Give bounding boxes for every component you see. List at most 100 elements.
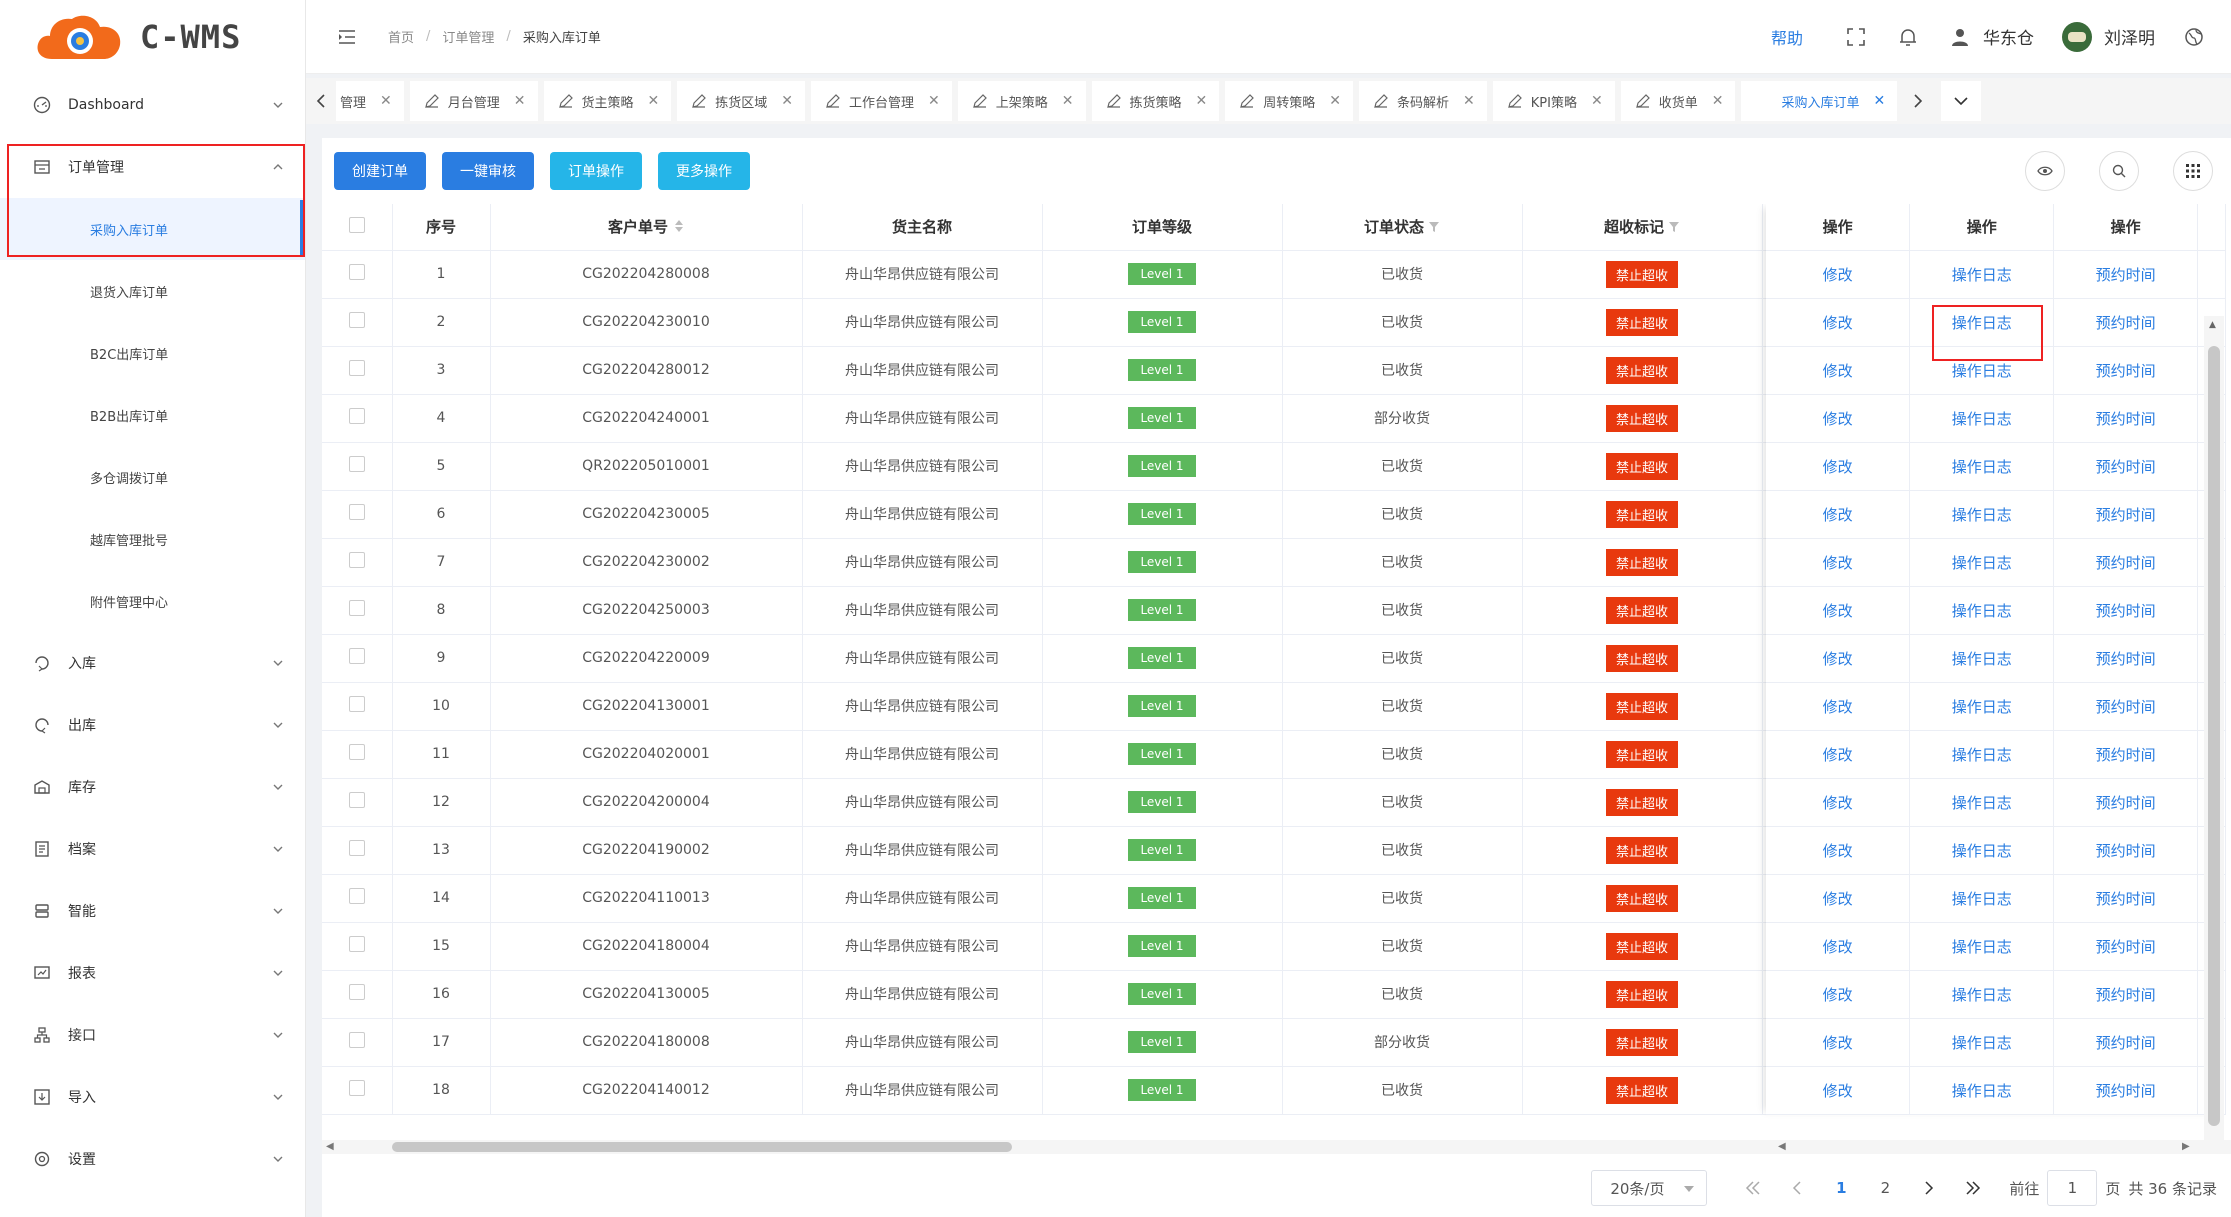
select-all-checkbox[interactable]	[348, 216, 365, 233]
operation-log-link[interactable]: 操作日志	[1952, 698, 2012, 716]
order-operations-button[interactable]: 订单操作	[550, 152, 642, 190]
edit-link[interactable]: 修改	[1823, 746, 1853, 764]
sidebar-item-outbound[interactable]: 出库	[0, 694, 305, 756]
row-checkbox[interactable]	[348, 792, 365, 808]
appointment-time-link[interactable]: 预约时间	[2096, 746, 2156, 764]
tab-owner-strategy[interactable]: 货主策略 ✕	[543, 81, 672, 121]
row-checkbox[interactable]	[348, 744, 365, 760]
fullscreen-icon[interactable]	[1845, 26, 1867, 48]
tab-receipt[interactable]: 收货单 ✕	[1620, 81, 1736, 121]
table-row[interactable]: 7 CG202204230002 舟山华昂供应链有限公司 Level 1 已收货 禁止超收	[322, 538, 1963, 587]
close-icon[interactable]: ✕	[514, 93, 526, 109]
sidebar-item-inbound[interactable]: 入库	[0, 632, 305, 694]
appointment-time-link[interactable]: 预约时间	[2096, 362, 2156, 380]
edit-link[interactable]: 修改	[1823, 602, 1853, 620]
edit-link[interactable]: 修改	[1823, 554, 1853, 572]
sub-item-return-inbound-order[interactable]: 退货入库订单	[0, 260, 305, 322]
appointment-time-link[interactable]: 预约时间	[2096, 602, 2156, 620]
edit-link[interactable]: 修改	[1823, 266, 1853, 284]
sidebar-item-interface[interactable]: 接口	[0, 1004, 305, 1066]
operation-log-link[interactable]: 操作日志	[1952, 602, 2012, 620]
appointment-time-link[interactable]: 预约时间	[2096, 266, 2156, 284]
row-checkbox[interactable]	[348, 1080, 365, 1096]
appointment-time-link[interactable]: 预约时间	[2096, 506, 2156, 524]
appointment-time-link[interactable]: 预约时间	[2096, 938, 2156, 956]
operation-log-link[interactable]: 操作日志	[1952, 650, 2012, 668]
operation-log-link[interactable]: 操作日志	[1952, 1034, 2012, 1052]
appointment-time-link[interactable]: 预约时间	[2096, 554, 2156, 572]
operation-log-link[interactable]: 操作日志	[1952, 266, 2012, 284]
row-checkbox[interactable]	[348, 456, 365, 472]
filter-icon[interactable]	[1428, 219, 1440, 237]
next-page-icon[interactable]	[1909, 1170, 1949, 1206]
tab-purchase-inbound-order[interactable]: 采购入库订单 ✕	[1741, 81, 1898, 121]
sidebar-item-smart[interactable]: 智能	[0, 880, 305, 942]
table-row[interactable]: 12 CG202204200004 舟山华昂供应链有限公司 Level 1 已收货 禁止超…	[322, 778, 1963, 827]
vertical-scrollbar[interactable]: ▲ ▼	[2204, 316, 2224, 1140]
table-row[interactable]: 1 CG202204280008 舟山华昂供应链有限公司 Level 1 已收货 禁止超收	[322, 250, 1963, 299]
last-page-icon[interactable]	[1953, 1170, 1993, 1206]
search-icon[interactable]	[2099, 151, 2139, 191]
close-icon[interactable]: ✕	[1712, 93, 1724, 109]
table-row[interactable]: 15 CG202204180004 舟山华昂供应链有限公司 Level 1 已收货 禁止超…	[322, 922, 1963, 971]
close-icon[interactable]: ✕	[928, 93, 940, 109]
edit-link[interactable]: 修改	[1823, 362, 1853, 380]
row-checkbox[interactable]	[348, 552, 365, 568]
tabs-menu-chevron-down-icon[interactable]	[1941, 81, 1982, 121]
operation-log-link[interactable]: 操作日志	[1952, 986, 2012, 1004]
appointment-time-link[interactable]: 预约时间	[2096, 698, 2156, 716]
appointment-time-link[interactable]: 预约时间	[2096, 794, 2156, 812]
tab-kpi-strategy[interactable]: KPI策略 ✕	[1492, 81, 1615, 121]
close-icon[interactable]: ✕	[1196, 93, 1208, 109]
tab-workstation-management[interactable]: 工作台管理 ✕	[811, 81, 952, 121]
sidebar-item-dashboard[interactable]: Dashboard	[0, 74, 305, 136]
sub-item-cross-dock-batch[interactable]: 越库管理批号	[0, 508, 305, 570]
row-checkbox[interactable]	[348, 312, 365, 328]
row-checkbox[interactable]	[348, 600, 365, 616]
appointment-time-link[interactable]: 预约时间	[2096, 650, 2156, 668]
edit-link[interactable]: 修改	[1823, 650, 1853, 668]
row-checkbox[interactable]	[348, 408, 365, 424]
tab-putaway-strategy[interactable]: 上架策略 ✕	[957, 81, 1086, 121]
operation-log-link[interactable]: 操作日志	[1952, 362, 2012, 380]
tabs-scroll-right-icon[interactable]	[1903, 78, 1933, 124]
operation-log-link[interactable]: 操作日志	[1952, 314, 2012, 332]
help-link[interactable]: 帮助	[1771, 25, 1803, 49]
logo[interactable]: C-WMS	[0, 0, 305, 74]
breadcrumb-order-management[interactable]: 订单管理	[442, 27, 494, 46]
sidebar-item-archive[interactable]: 档案	[0, 818, 305, 880]
row-checkbox[interactable]	[348, 984, 365, 1000]
edit-link[interactable]: 修改	[1823, 794, 1853, 812]
horizontal-scrollbar-thumb[interactable]	[392, 1142, 1012, 1152]
sidebar-item-order-management[interactable]: 订单管理	[0, 136, 305, 198]
sidebar-item-import[interactable]: 导入	[0, 1066, 305, 1128]
operation-log-link[interactable]: 操作日志	[1952, 506, 2012, 524]
more-operations-button[interactable]: 更多操作	[658, 152, 750, 190]
filter-icon[interactable]	[1668, 219, 1680, 237]
warehouse-switch[interactable]: 华东仓	[1949, 24, 2034, 49]
breadcrumb-home[interactable]: 首页	[388, 27, 414, 46]
close-icon[interactable]: ✕	[1329, 93, 1341, 109]
tab-barcode-parsing[interactable]: 条码解析 ✕	[1359, 81, 1487, 121]
close-icon[interactable]: ✕	[1062, 93, 1074, 109]
col-header-status[interactable]: 订单状态	[1282, 204, 1523, 251]
sub-item-attachment-center[interactable]: 附件管理中心	[0, 570, 305, 632]
table-row[interactable]: 16 CG202204130005 舟山华昂供应链有限公司 Level 1 已收货 禁止超…	[322, 970, 1963, 1019]
table-row[interactable]: 2 CG202204230010 舟山华昂供应链有限公司 Level 1 已收货 禁止超收	[322, 298, 1963, 347]
col-header-over-receipt[interactable]: 超收标记	[1522, 204, 1763, 251]
vertical-scrollbar-thumb[interactable]	[2208, 346, 2220, 1126]
sidebar-item-report[interactable]: 报表	[0, 942, 305, 1004]
scroll-left-arrow-icon[interactable]: ◀	[1778, 1141, 1786, 1152]
scroll-up-arrow-icon[interactable]: ▲	[2209, 320, 2216, 330]
edit-link[interactable]: 修改	[1823, 938, 1853, 956]
row-checkbox[interactable]	[348, 360, 365, 376]
tab-dock-management[interactable]: 月台管理 ✕	[409, 81, 538, 121]
appointment-time-link[interactable]: 预约时间	[2096, 314, 2156, 332]
table-row[interactable]: 18 CG202204140012 舟山华昂供应链有限公司 Level 1 已收货 禁止超…	[322, 1066, 1963, 1115]
horizontal-scrollbar[interactable]: ◀ ◀ ▶	[322, 1140, 2231, 1154]
table-row[interactable]: 5 QR202205010001 舟山华昂供应链有限公司 Level 1 已收货 禁止超收	[322, 442, 1963, 491]
edit-link[interactable]: 修改	[1823, 842, 1853, 860]
edit-link[interactable]: 修改	[1823, 890, 1853, 908]
operation-log-link[interactable]: 操作日志	[1952, 842, 2012, 860]
row-checkbox[interactable]	[348, 648, 365, 664]
